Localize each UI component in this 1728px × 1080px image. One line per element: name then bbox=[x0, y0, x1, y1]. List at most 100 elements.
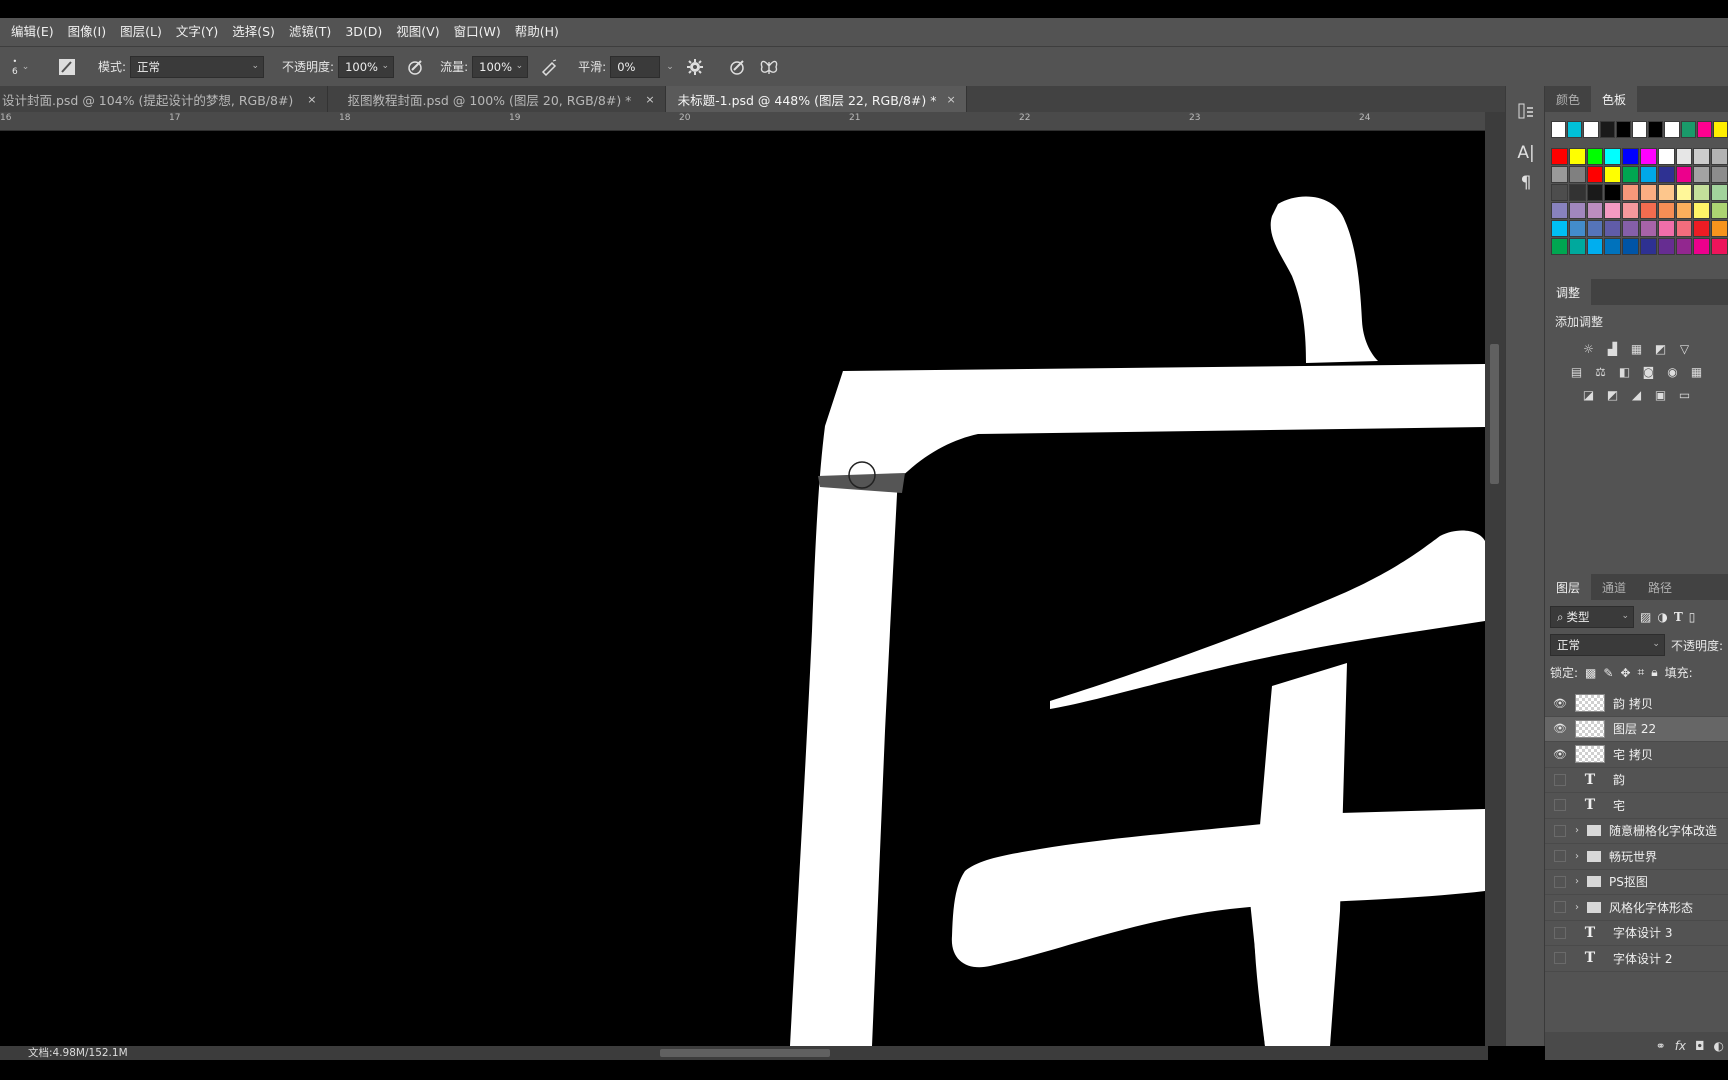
eye-icon[interactable]: 👁︎ bbox=[1545, 722, 1575, 735]
tab-color[interactable]: 颜色 bbox=[1545, 86, 1591, 112]
color-swatch[interactable] bbox=[1622, 184, 1639, 201]
color-swatch[interactable] bbox=[1711, 220, 1728, 237]
color-swatch[interactable] bbox=[1615, 121, 1631, 138]
layer-row[interactable]: 👁︎ 图层 22 bbox=[1545, 716, 1728, 742]
threshold-icon[interactable]: ◢ bbox=[1628, 387, 1646, 403]
color-swatch[interactable] bbox=[1551, 202, 1568, 219]
lock-artboard-icon[interactable]: ⌗ bbox=[1638, 665, 1645, 680]
menu-image[interactable]: 图像(I) bbox=[61, 18, 113, 46]
vertical-scrollbar[interactable] bbox=[1485, 112, 1505, 1046]
color-swatch[interactable] bbox=[1639, 238, 1657, 255]
color-swatch[interactable] bbox=[1599, 121, 1615, 138]
color-swatch[interactable] bbox=[1586, 184, 1604, 201]
color-swatch[interactable] bbox=[1711, 148, 1728, 165]
color-swatch[interactable] bbox=[1680, 121, 1696, 138]
opacity-input[interactable]: 100% ⌄ bbox=[338, 55, 395, 78]
color-swatch[interactable] bbox=[1693, 238, 1711, 255]
color-swatch[interactable] bbox=[1551, 220, 1568, 237]
visibility-toggle[interactable] bbox=[1554, 926, 1566, 939]
menu-edit[interactable]: 编辑(E) bbox=[4, 18, 61, 46]
new-adjustment-icon[interactable]: ◐ bbox=[1714, 1039, 1724, 1053]
smoothing-options-button[interactable] bbox=[684, 56, 706, 78]
color-swatch[interactable] bbox=[1675, 184, 1693, 201]
color-swatch[interactable] bbox=[1711, 202, 1728, 219]
photo-filter-icon[interactable]: ◙ bbox=[1640, 364, 1658, 380]
flow-input[interactable]: 100% ⌄ bbox=[472, 55, 529, 78]
menu-help[interactable]: 帮助(H) bbox=[508, 18, 566, 46]
close-icon[interactable]: × bbox=[947, 93, 956, 106]
color-swatch[interactable] bbox=[1711, 166, 1728, 183]
scroll-thumb[interactable] bbox=[1490, 344, 1499, 484]
color-swatch[interactable] bbox=[1639, 202, 1657, 219]
color-swatch[interactable] bbox=[1648, 121, 1664, 138]
color-swatch[interactable] bbox=[1664, 121, 1680, 138]
color-swatch[interactable] bbox=[1604, 148, 1622, 165]
chevron-right-icon[interactable]: › bbox=[1575, 902, 1583, 913]
layer-row[interactable]: T韵 bbox=[1545, 768, 1728, 793]
gradient-map-icon[interactable]: ▭ bbox=[1676, 387, 1694, 403]
exposure-icon[interactable]: ◩ bbox=[1652, 341, 1670, 357]
invert-icon[interactable]: ◪ bbox=[1580, 387, 1598, 403]
color-swatch[interactable] bbox=[1657, 220, 1675, 237]
layer-row[interactable]: 👁︎ 韵 拷贝 bbox=[1545, 691, 1728, 717]
color-swatch[interactable] bbox=[1693, 184, 1711, 201]
paragraph-panel-button[interactable]: ¶ bbox=[1506, 168, 1546, 198]
eye-icon[interactable]: 👁︎ bbox=[1545, 697, 1575, 710]
color-swatch[interactable] bbox=[1696, 121, 1712, 138]
type-filter-icon[interactable]: T bbox=[1674, 610, 1683, 624]
visibility-toggle[interactable] bbox=[1554, 850, 1566, 863]
hue-saturation-icon[interactable]: ▤ bbox=[1568, 364, 1586, 380]
color-swatch[interactable] bbox=[1583, 121, 1599, 138]
color-swatch[interactable] bbox=[1639, 166, 1657, 183]
tab-design-cover[interactable]: 设计封面.psd @ 104% (提起设计的梦想, RGB/8#) × bbox=[0, 86, 328, 112]
color-swatch[interactable] bbox=[1657, 202, 1675, 219]
layer-filter-select[interactable]: ⌕ 类型 ⌄ bbox=[1550, 606, 1634, 628]
color-swatch[interactable] bbox=[1586, 148, 1604, 165]
airbrush-button[interactable] bbox=[538, 56, 560, 78]
mask-icon[interactable]: ◘ bbox=[1695, 1039, 1705, 1053]
color-swatch[interactable] bbox=[1586, 202, 1604, 219]
adjust-filter-icon[interactable]: ◑ bbox=[1657, 610, 1667, 624]
color-swatch[interactable] bbox=[1568, 166, 1586, 183]
color-swatch[interactable] bbox=[1604, 238, 1622, 255]
color-swatch[interactable] bbox=[1622, 166, 1639, 183]
horizontal-scrollbar[interactable] bbox=[0, 1046, 1488, 1060]
chevron-right-icon[interactable]: › bbox=[1575, 876, 1583, 887]
layer-row[interactable]: T 字体设计 3 bbox=[1545, 921, 1728, 946]
layer-row[interactable]: › PS抠图 bbox=[1545, 870, 1728, 895]
color-swatch[interactable] bbox=[1675, 166, 1693, 183]
visibility-toggle[interactable] bbox=[1554, 901, 1566, 914]
eye-icon[interactable]: 👁︎ bbox=[1545, 748, 1575, 761]
color-swatch[interactable] bbox=[1622, 238, 1639, 255]
color-swatch[interactable] bbox=[1568, 220, 1586, 237]
shape-filter-icon[interactable]: ▯ bbox=[1689, 610, 1696, 624]
history-panel-button[interactable] bbox=[1506, 96, 1546, 126]
lock-all-icon[interactable]: 🔒︎ bbox=[1651, 665, 1657, 680]
blend-mode-select[interactable]: 正常 ⌄ bbox=[1550, 634, 1665, 656]
color-swatch[interactable] bbox=[1711, 184, 1728, 201]
menu-filter[interactable]: 滤镜(T) bbox=[282, 18, 338, 46]
tab-untitled-1[interactable]: 未标题-1.psd @ 448% (图层 22, RGB/8#) * × bbox=[665, 86, 967, 112]
layer-row[interactable]: › 畅玩世界 bbox=[1545, 844, 1728, 870]
color-swatch[interactable] bbox=[1712, 121, 1728, 138]
color-swatch[interactable] bbox=[1675, 220, 1693, 237]
layer-row[interactable]: T宅 bbox=[1545, 793, 1728, 819]
brush-settings-toggle[interactable] bbox=[56, 56, 78, 78]
levels-icon[interactable]: ▟ bbox=[1604, 341, 1622, 357]
color-swatch[interactable] bbox=[1675, 202, 1693, 219]
tab-cutout-cover[interactable]: 抠图教程封面.psd @ 100% (图层 20, RGB/8#) * × bbox=[328, 86, 666, 112]
color-swatch[interactable] bbox=[1693, 220, 1711, 237]
color-swatch[interactable] bbox=[1586, 166, 1604, 183]
color-swatch[interactable] bbox=[1639, 220, 1657, 237]
color-swatch[interactable] bbox=[1551, 148, 1568, 165]
color-swatch[interactable] bbox=[1567, 121, 1583, 138]
color-swatch[interactable] bbox=[1568, 238, 1586, 255]
close-icon[interactable]: × bbox=[645, 93, 654, 106]
visibility-toggle[interactable] bbox=[1554, 799, 1566, 812]
menu-window[interactable]: 窗口(W) bbox=[447, 18, 508, 46]
character-panel-button[interactable]: A| bbox=[1506, 138, 1546, 168]
selective-color-icon[interactable]: ▣ bbox=[1652, 387, 1670, 403]
tab-layers[interactable]: 图层 bbox=[1545, 574, 1592, 600]
color-swatch[interactable] bbox=[1657, 148, 1675, 165]
color-swatch[interactable] bbox=[1568, 184, 1586, 201]
